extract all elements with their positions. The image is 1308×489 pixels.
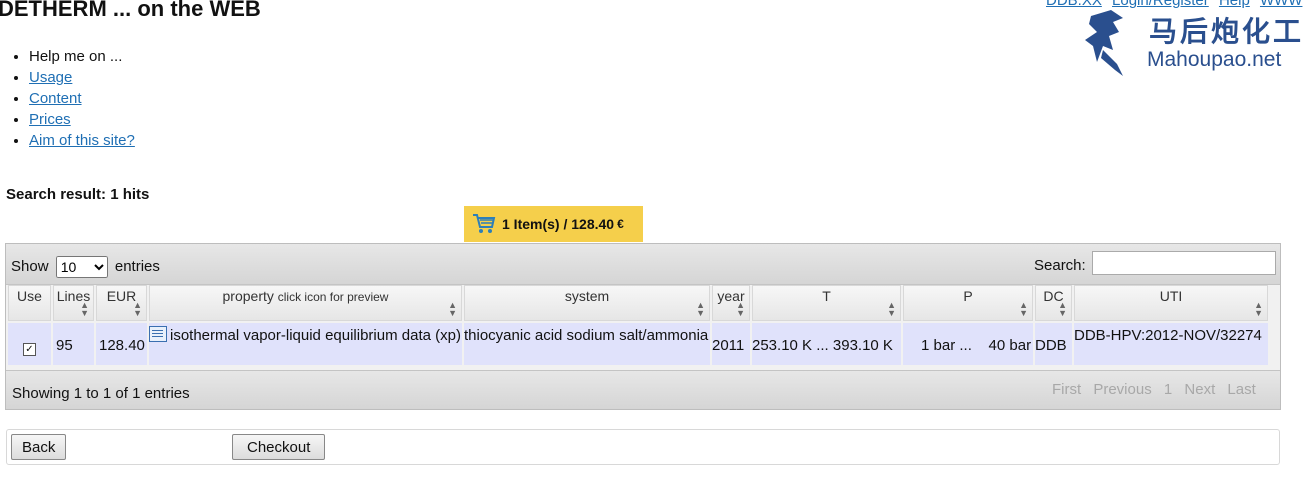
col-p[interactable]: P ▲ ▼ [903,285,1033,321]
back-button[interactable]: Back [11,434,67,460]
results-panel: Show 10 entries Search: Use Lines ▲ ▼ EUR ▲… [5,243,1281,410]
help-intro: Help me on ... [29,46,135,67]
col-eur[interactable]: EUR ▲ ▼ [96,285,147,321]
table-info: Showing 1 to 1 of 1 entries [12,385,190,402]
eur-cell: 128.40 [96,323,147,365]
help-link-prices[interactable]: Prices [29,111,71,128]
pager-next[interactable]: Next [1184,381,1215,398]
sort-icon: ▲ ▼ [1254,300,1263,318]
lines-cell: 95 [53,323,94,365]
sort-icon: ▲ ▼ [133,300,142,318]
preview-icon[interactable] [149,326,167,342]
col-year[interactable]: year ▲ ▼ [712,285,750,321]
p-cell: 1 bar ... 40 bar [903,323,1033,365]
property-cell: isothermal vapor-liquid equilibrium data… [149,323,462,365]
property-hint: click icon for preview [277,290,389,304]
shopping-cart-icon [473,214,496,233]
help-item-aim: Aim of this site? [29,130,135,151]
search-result-count: Search result: 1 hits [6,186,150,203]
col-property[interactable]: property click icon for preview ▲ ▼ [149,285,462,321]
help-link-aim[interactable]: Aim of this site? [29,132,135,149]
pager-page-1[interactable]: 1 [1164,381,1172,398]
pager-first[interactable]: First [1052,381,1081,398]
help-link-content[interactable]: Content [29,90,82,107]
dc-cell: DDB [1035,323,1072,365]
entries-length: Show 10 entries [11,256,160,278]
sort-icon: ▲ ▼ [1058,300,1067,318]
use-cell: ✓ [8,323,51,365]
property-text: isothermal vapor-liquid equilibrium data… [170,327,461,344]
sort-icon: ▲ ▼ [448,300,457,318]
help-item-usage: Usage [29,67,135,88]
results-table: Use Lines ▲ ▼ EUR ▲ ▼ property click icon fo… [6,283,1270,367]
table-row[interactable]: ✓ 95 128.40 isothermal vapor-liquid equi… [8,323,1268,365]
action-bar: Back Checkout [6,429,1280,465]
pager-last[interactable]: Last [1227,381,1255,398]
sort-icon: ▲ ▼ [80,300,89,318]
col-dc[interactable]: DC ▲ ▼ [1035,285,1072,321]
cart-summary[interactable]: 1 Item(s) / 128.40 € [464,206,643,242]
horse-logo-icon [1085,10,1123,76]
entries-label: entries [114,257,160,275]
cart-label: 1 Item(s) / 128.40 [502,216,615,232]
help-item-content: Content [29,88,135,109]
cart-currency: € [617,217,624,231]
table-header-row: Use Lines ▲ ▼ EUR ▲ ▼ property click icon fo… [8,285,1268,321]
pager-previous[interactable]: Previous [1093,381,1151,398]
use-checkbox[interactable]: ✓ [23,343,36,356]
col-lines[interactable]: Lines ▲ ▼ [53,285,94,321]
sort-icon: ▲ ▼ [887,300,896,318]
search-input[interactable] [1092,251,1276,275]
help-menu: Help me on ... Usage Content Prices Aim … [12,46,135,151]
sort-icon: ▲ ▼ [736,300,745,318]
entries-select[interactable]: 10 [55,256,108,278]
page-title: DETHERM ... on the WEB [0,0,261,21]
paginator: First Previous 1 Next Last [1048,381,1260,398]
col-t[interactable]: T ▲ ▼ [752,285,901,321]
logo-english-text: Mahoupao.net [1147,48,1282,71]
uti-cell: DDB-HPV:2012-NOV/32274 [1074,323,1268,365]
table-footer: Showing 1 to 1 of 1 entries First Previo… [6,370,1280,409]
col-system[interactable]: system ▲ ▼ [464,285,710,321]
show-label: Show [11,257,49,275]
logo-chinese-text: 马后炮化工 [1149,16,1305,47]
help-link-usage[interactable]: Usage [29,69,72,86]
col-uti[interactable]: UTI ▲ ▼ [1074,285,1268,321]
system-cell: thiocyanic acid sodium salt/ammonia [464,323,710,365]
sort-icon: ▲ ▼ [1019,300,1028,318]
help-item-prices: Prices [29,109,135,130]
col-use[interactable]: Use [8,285,51,321]
sort-icon: ▲ ▼ [696,300,705,318]
t-cell: 253.10 K ... 393.10 K [752,323,901,365]
year-cell: 2011 [712,323,750,365]
table-search: Search: [1034,251,1276,275]
search-label: Search: [1034,257,1086,274]
table-toolbar: Show 10 entries Search: [6,244,1280,285]
site-logo[interactable]: 马后炮化工 Mahoupao.net [1083,6,1305,78]
checkout-button[interactable]: Checkout [232,434,326,460]
